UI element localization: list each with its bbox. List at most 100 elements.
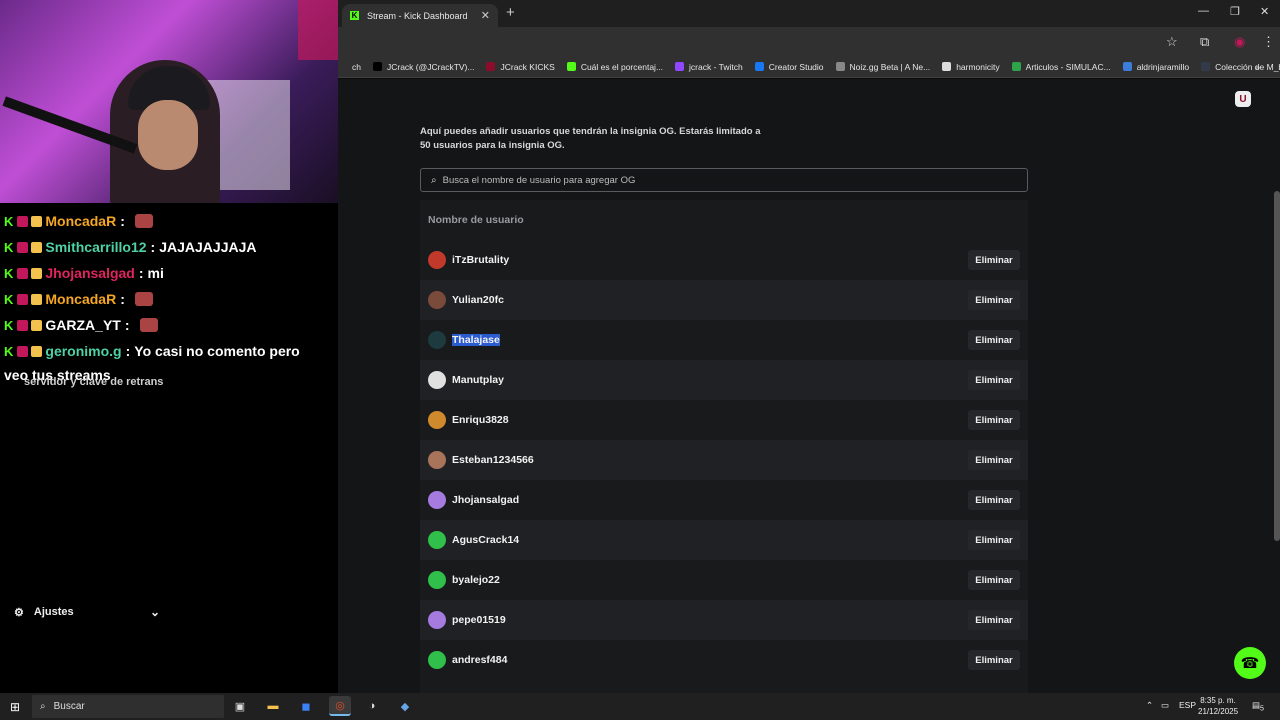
chat-username[interactable]: MoncadaR bbox=[45, 291, 116, 307]
chat-text: mi bbox=[147, 265, 164, 281]
bookmark-item[interactable]: JCrack (@JCrackTV)... bbox=[372, 62, 474, 72]
chrome-icon[interactable]: ◎ bbox=[329, 696, 351, 716]
file-explorer-icon[interactable]: ▬ bbox=[262, 696, 284, 716]
chat-message: K Smithcarrillo12: JAJAJAJJAJA bbox=[4, 239, 257, 255]
bookmark-favicon-icon bbox=[566, 62, 576, 71]
taskbar-search[interactable]: ⌕ Buscar bbox=[32, 695, 224, 718]
network-icon[interactable]: ▭ bbox=[1161, 700, 1169, 711]
bookmark-label: harmonicity bbox=[956, 61, 1000, 72]
chat-username[interactable]: GARZA_YT bbox=[45, 317, 120, 333]
close-window-button[interactable]: ✕ bbox=[1260, 5, 1269, 18]
chat-emote-icon bbox=[134, 292, 153, 306]
headset-icon: ☎ bbox=[1240, 655, 1260, 672]
bookmark-favicon-icon bbox=[486, 62, 496, 71]
bookmark-label: Noiz.gg Beta | A Ne... bbox=[849, 61, 931, 72]
bookmarks-bar: ch JCrack (@JCrackTV)... JCrack KICKS Cuál … bbox=[338, 56, 1280, 78]
chat-separator: : bbox=[138, 265, 144, 281]
chat-separator: : bbox=[150, 239, 156, 255]
username-label: Manutplay bbox=[452, 374, 504, 386]
bookmark-item[interactable]: Noiz.gg Beta | A Ne... bbox=[835, 61, 931, 72]
bookmark-item[interactable]: Articulos - SIMULAC... bbox=[1011, 62, 1111, 72]
tab-kick-dashboard[interactable]: K Stream - Kick Dashboard ✕ bbox=[342, 4, 498, 27]
windows-start-icon[interactable]: ⊞ bbox=[10, 700, 20, 714]
bookmark-item[interactable]: Cuál es el porcentaj... bbox=[566, 61, 664, 72]
og-intro-text: Aquí puedes añadir usuarios que tendrán … bbox=[420, 126, 761, 151]
browser-toolbar: ☆ ⧉ ◉ ⋮ bbox=[338, 27, 1280, 56]
user-badge-icon bbox=[17, 293, 29, 305]
menu-icon[interactable]: ⋮ bbox=[1262, 34, 1275, 50]
user-badge-icon bbox=[31, 215, 43, 227]
remove-og-button[interactable]: Eliminar bbox=[968, 330, 1020, 350]
more-bookmarks-icon[interactable]: » bbox=[1255, 62, 1260, 72]
extensions-icon[interactable]: ⧉ bbox=[1200, 34, 1209, 50]
tray-chevron-icon[interactable]: ⌃ bbox=[1146, 700, 1153, 711]
remove-og-button[interactable]: Eliminar bbox=[968, 530, 1020, 550]
bookmark-label: Cuál es el porcentaj... bbox=[580, 61, 664, 72]
column-header-username: Nombre de usuario bbox=[428, 214, 524, 226]
avatar bbox=[428, 371, 446, 389]
bookmark-item[interactable]: Colección de M_blei... bbox=[1201, 62, 1280, 72]
app-icon[interactable]: ◑ bbox=[361, 696, 383, 716]
chat-username[interactable]: Jhojansalgad bbox=[45, 265, 134, 281]
chat-message: Kgeronimo.g: Yo casi no comento pero bbox=[4, 343, 300, 359]
remove-og-button[interactable]: Eliminar bbox=[968, 290, 1020, 310]
chat-username[interactable]: Smithcarrillo12 bbox=[45, 239, 146, 255]
browser-tabbar: K Stream - Kick Dashboard ✕ + — ❐ ✕ bbox=[338, 0, 1280, 27]
user-badge-icon bbox=[31, 267, 43, 279]
kick-og-badge-page: U Aquí puedes añadir usuarios que tendrá… bbox=[338, 79, 1280, 693]
new-tab-button[interactable]: + bbox=[506, 4, 515, 21]
chat-username[interactable]: geronimo.g bbox=[45, 343, 121, 359]
avatar bbox=[428, 411, 446, 429]
bookmark-item[interactable]: jcrack - Twitch bbox=[675, 62, 743, 72]
bookmark-item[interactable]: ch bbox=[338, 62, 361, 72]
og-user-row: byalejo22 Eliminar bbox=[420, 560, 1028, 600]
username-label: AgusCrack14 bbox=[452, 534, 520, 546]
chat-text: JAJAJAJJAJA bbox=[159, 239, 257, 255]
task-view-icon[interactable]: ▣ bbox=[229, 696, 251, 716]
remove-og-button[interactable]: Eliminar bbox=[968, 570, 1020, 590]
og-user-row: Jhojansalgad Eliminar bbox=[420, 480, 1028, 520]
minimize-button[interactable]: — bbox=[1198, 5, 1209, 17]
clock-date: 21/12/2025 bbox=[1198, 707, 1239, 716]
close-tab-icon[interactable]: ✕ bbox=[481, 9, 490, 22]
channel-avatar-icon[interactable]: U bbox=[1235, 91, 1251, 107]
username-label: andresf484 bbox=[452, 654, 508, 666]
bookmark-star-icon[interactable]: ☆ bbox=[1166, 34, 1178, 50]
chat-separator: : bbox=[120, 291, 125, 307]
restore-button[interactable]: ❐ bbox=[1230, 5, 1240, 18]
chat-separator: : bbox=[125, 343, 131, 359]
bookmark-favicon-icon bbox=[835, 62, 845, 71]
language-indicator[interactable]: ESP bbox=[1179, 700, 1196, 710]
bookmark-item[interactable]: Creator Studio bbox=[754, 62, 824, 72]
og-search-input[interactable]: ⌕ Busca el nombre de usuario para agrega… bbox=[420, 168, 1028, 192]
outlook-icon[interactable]: ◼ bbox=[295, 696, 317, 716]
bookmark-favicon-icon bbox=[675, 62, 685, 71]
remove-og-button[interactable]: Eliminar bbox=[968, 650, 1020, 670]
chat-message: K GARZA_YT: bbox=[4, 317, 158, 333]
remove-og-button[interactable]: Eliminar bbox=[968, 370, 1020, 390]
remove-og-button[interactable]: Eliminar bbox=[968, 610, 1020, 630]
search-placeholder: Busca el nombre de usuario para agregar … bbox=[442, 174, 636, 186]
steam-icon[interactable]: ◆ bbox=[394, 696, 416, 716]
page-scrollbar[interactable] bbox=[1274, 191, 1280, 541]
support-chat-button[interactable]: ☎ bbox=[1234, 647, 1266, 679]
chevron-down-icon: ⌄ bbox=[149, 605, 160, 619]
kick-badge-icon: K bbox=[4, 265, 14, 281]
settings-menu[interactable]: ⚙ Ajustes ⌄ bbox=[14, 605, 160, 619]
chat-username[interactable]: MoncadaR bbox=[45, 213, 116, 229]
bookmark-item[interactable]: JCrack KICKS bbox=[486, 62, 555, 72]
remove-og-button[interactable]: Eliminar bbox=[968, 410, 1020, 430]
avatar bbox=[428, 571, 446, 589]
system-clock[interactable]: 8:35 p. m. 21/12/2025 bbox=[1198, 695, 1238, 717]
username-label: Yulian20fc bbox=[452, 294, 504, 306]
remove-og-button[interactable]: Eliminar bbox=[968, 450, 1020, 470]
remove-og-button[interactable]: Eliminar bbox=[968, 250, 1020, 270]
bookmark-item[interactable]: harmonicity bbox=[942, 61, 1000, 72]
username-label: Thalajase bbox=[452, 334, 500, 346]
remove-og-button[interactable]: Eliminar bbox=[968, 490, 1020, 510]
bookmark-item[interactable]: aldrinjaramillo bbox=[1122, 62, 1189, 72]
bookmark-label: jcrack - Twitch bbox=[689, 61, 743, 72]
kick-favicon-icon: K bbox=[350, 11, 359, 20]
profile-icon[interactable]: ◉ bbox=[1234, 34, 1245, 50]
notification-icon[interactable]: ▤5 bbox=[1252, 700, 1264, 713]
